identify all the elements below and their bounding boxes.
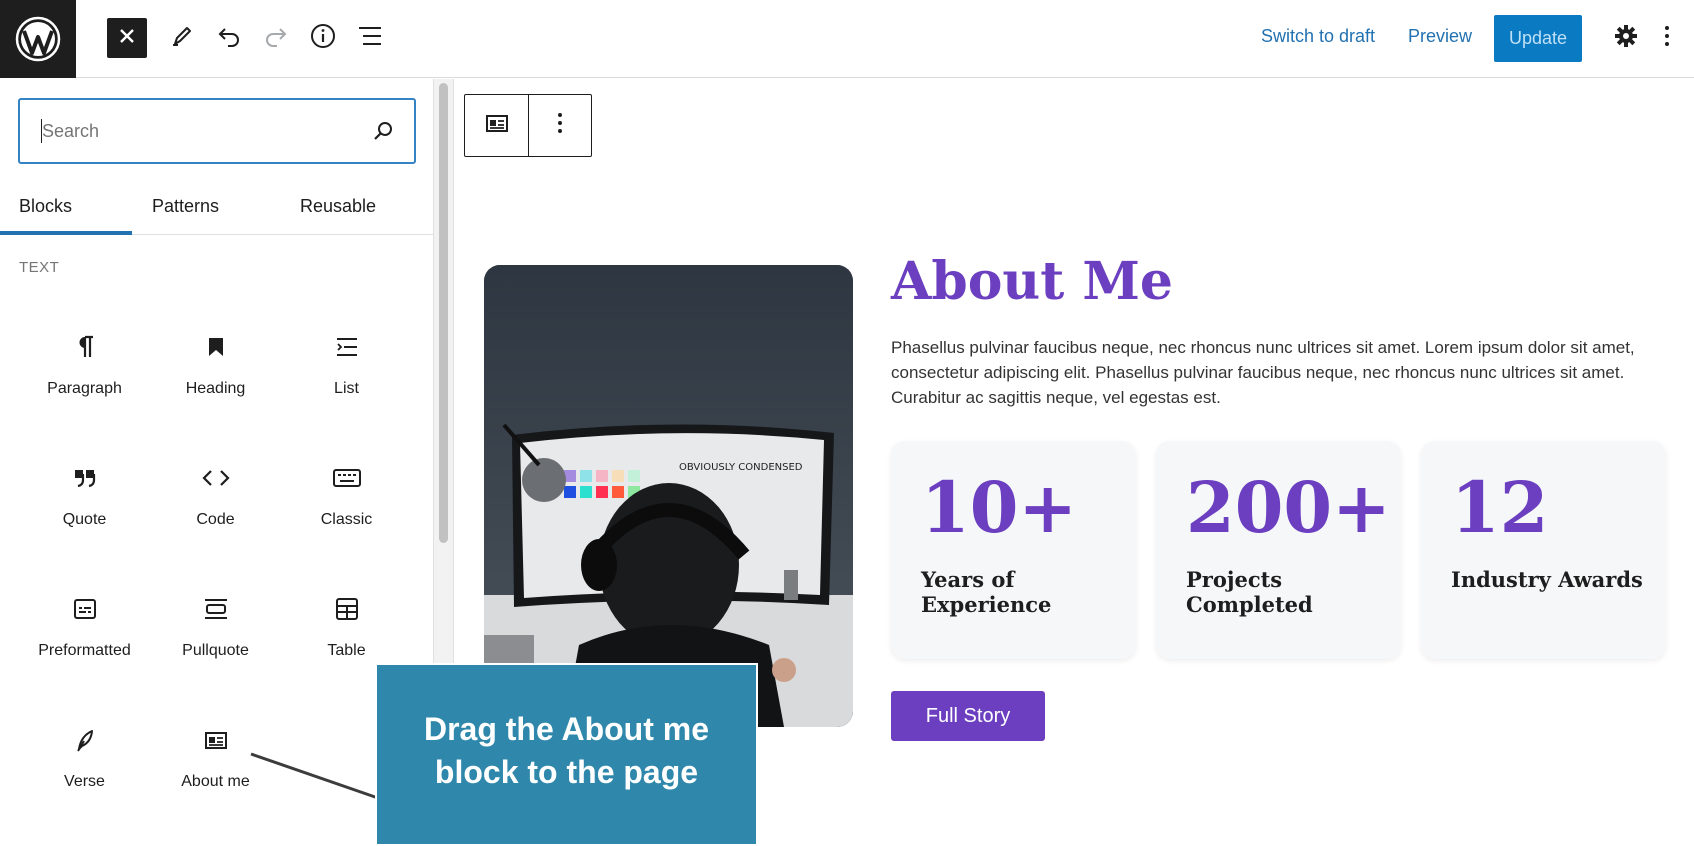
- stat-label: Projects Completed: [1186, 567, 1313, 617]
- block-inserter-panel: Search Blocks Patterns Reusable TEXT Par…: [0, 79, 434, 846]
- stat-number: 12: [1451, 466, 1549, 549]
- block-label: Quote: [62, 511, 107, 528]
- more-vertical-icon: [1664, 25, 1670, 52]
- search-placeholder: Search: [42, 121, 100, 141]
- preview-button[interactable]: Preview: [1408, 26, 1472, 47]
- wordpress-logo-icon[interactable]: [0, 0, 76, 78]
- block-quote[interactable]: Quote: [19, 463, 150, 573]
- update-button[interactable]: Update: [1494, 15, 1582, 62]
- tab-patterns[interactable]: Patterns: [152, 196, 219, 217]
- undo-button[interactable]: [209, 18, 249, 58]
- pullquote-icon: [201, 594, 231, 624]
- section-label-text: TEXT: [19, 259, 60, 276]
- id-card-icon: [201, 725, 231, 755]
- list-view-icon: [357, 25, 383, 52]
- switch-to-draft-button[interactable]: Switch to draft: [1261, 26, 1375, 47]
- block-code[interactable]: Code: [150, 463, 281, 573]
- block-classic[interactable]: Classic: [281, 463, 412, 573]
- block-label: Code: [196, 511, 235, 528]
- list-icon: [332, 332, 362, 362]
- block-label: List: [334, 380, 359, 397]
- block-label: Verse: [64, 773, 105, 790]
- block-verse[interactable]: Verse: [19, 725, 150, 835]
- block-label: Pullquote: [182, 642, 249, 659]
- redo-icon: [263, 24, 289, 53]
- block-paragraph[interactable]: Paragraph: [19, 332, 150, 442]
- block-list[interactable]: List: [281, 332, 412, 442]
- block-pullquote[interactable]: Pullquote: [150, 594, 281, 704]
- list-view-button[interactable]: [350, 18, 390, 58]
- quote-icon: [70, 463, 100, 493]
- stat-card[interactable]: 12 Industry Awards: [1421, 441, 1666, 659]
- block-heading[interactable]: Heading: [150, 332, 281, 442]
- tutorial-callout: Drag the About me block to the page: [375, 663, 758, 846]
- feather-icon: [70, 725, 100, 755]
- stat-label: Industry Awards: [1451, 567, 1643, 592]
- block-options-button[interactable]: [528, 95, 591, 156]
- preformatted-icon: [70, 594, 100, 624]
- heading-icon: [201, 332, 231, 362]
- info-icon: [310, 23, 336, 54]
- block-label: Heading: [185, 380, 246, 397]
- block-label: Classic: [320, 511, 373, 528]
- search-icon: [372, 120, 394, 147]
- editor-top-bar: Switch to draft Preview Update: [0, 0, 1694, 78]
- redo-button[interactable]: [256, 18, 296, 58]
- code-icon: [201, 463, 231, 493]
- more-vertical-icon: [557, 112, 563, 139]
- block-label: Paragraph: [47, 380, 122, 397]
- active-tab-indicator: [0, 231, 132, 235]
- undo-icon: [216, 24, 242, 53]
- callout-pointer-line: [250, 752, 379, 800]
- close-inserter-button[interactable]: [107, 18, 147, 58]
- settings-button[interactable]: [1606, 18, 1646, 58]
- block-label: Preformatted: [38, 642, 131, 659]
- stat-card[interactable]: 200+ Projects Completed: [1156, 441, 1401, 659]
- id-card-icon: [485, 113, 509, 138]
- gear-icon: [1614, 24, 1638, 53]
- pencil-icon: [170, 24, 194, 53]
- tools-button[interactable]: [162, 18, 202, 58]
- close-icon: [119, 28, 135, 49]
- table-icon: [332, 594, 362, 624]
- options-button[interactable]: [1652, 18, 1682, 58]
- callout-text: Drag the About me block to the page: [423, 711, 710, 790]
- block-type-button[interactable]: [465, 95, 528, 156]
- inserter-tabs: Blocks Patterns Reusable: [0, 180, 434, 235]
- block-toolbar: [464, 94, 592, 157]
- tab-blocks[interactable]: Blocks: [19, 196, 72, 217]
- tab-reusable[interactable]: Reusable: [300, 196, 376, 217]
- stat-number: 10+: [921, 466, 1078, 549]
- full-story-button[interactable]: Full Story: [891, 691, 1045, 741]
- search-input[interactable]: Search: [18, 98, 416, 164]
- block-label: Table: [327, 642, 366, 659]
- keyboard-icon: [332, 463, 362, 493]
- about-paragraph[interactable]: Phasellus pulvinar faucibus neque, nec r…: [891, 335, 1651, 410]
- stat-card[interactable]: 10+ Years of Experience: [891, 441, 1136, 659]
- paragraph-icon: [70, 332, 100, 362]
- about-photo[interactable]: OBVIOUSLY CONDENSED: [484, 265, 853, 727]
- details-button[interactable]: [303, 18, 343, 58]
- monitor-text: OBVIOUSLY CONDENSED: [679, 462, 803, 473]
- stat-number: 200+: [1186, 466, 1391, 549]
- stat-label: Years of Experience: [921, 567, 1052, 617]
- about-title[interactable]: About Me: [891, 251, 1173, 312]
- block-preformatted[interactable]: Preformatted: [19, 594, 150, 704]
- scrollbar-thumb[interactable]: [439, 83, 448, 543]
